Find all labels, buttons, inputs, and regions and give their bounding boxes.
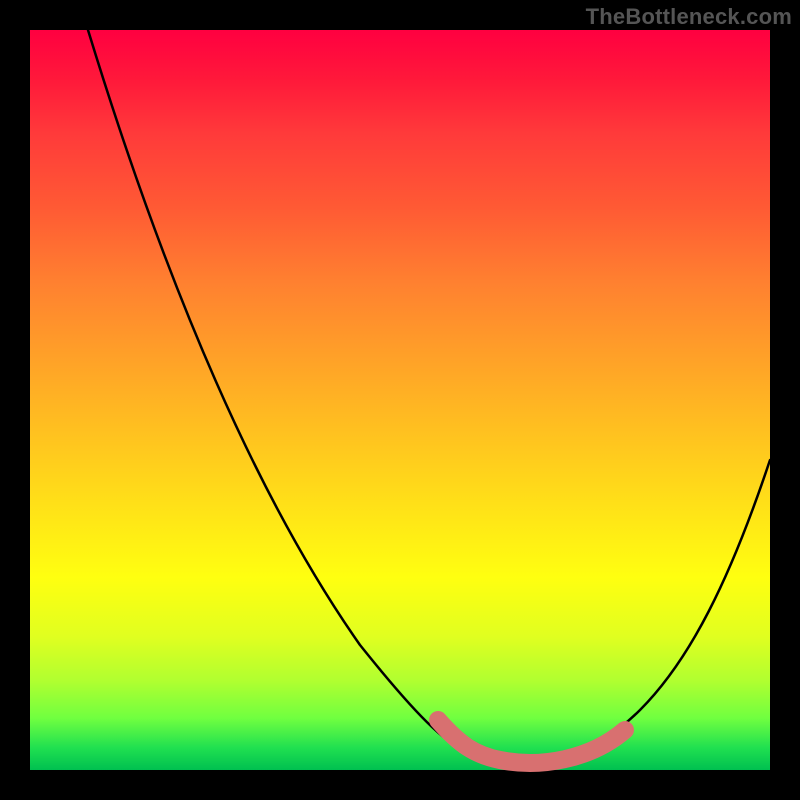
chart-frame: TheBottleneck.com [0, 0, 800, 800]
curve-layer [30, 30, 770, 770]
plot-area [30, 30, 770, 770]
bottleneck-curve [88, 30, 770, 764]
watermark-text: TheBottleneck.com [586, 4, 792, 30]
highlight-band [438, 720, 625, 763]
